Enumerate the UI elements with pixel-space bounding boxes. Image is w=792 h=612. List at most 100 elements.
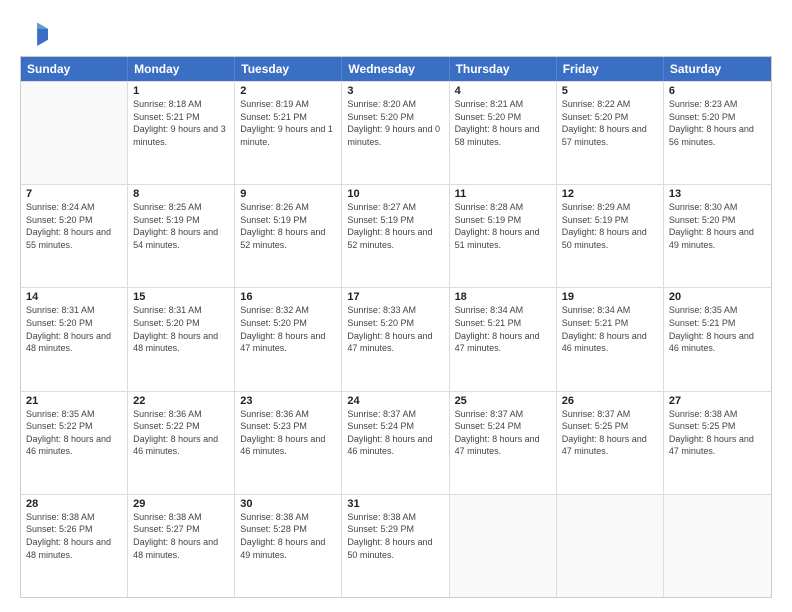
- day-number: 8: [133, 188, 229, 200]
- day-number: 13: [669, 188, 766, 200]
- day-number: 9: [240, 188, 336, 200]
- logo-icon: [20, 18, 48, 46]
- day-number: 22: [133, 395, 229, 407]
- cell-info: Sunrise: 8:32 AM Sunset: 5:20 PM Dayligh…: [240, 304, 336, 354]
- day-number: 1: [133, 85, 229, 97]
- calendar-cell: [664, 495, 771, 597]
- cell-info: Sunrise: 8:37 AM Sunset: 5:25 PM Dayligh…: [562, 408, 658, 458]
- day-number: 14: [26, 291, 122, 303]
- cell-info: Sunrise: 8:31 AM Sunset: 5:20 PM Dayligh…: [133, 304, 229, 354]
- calendar-cell: 30Sunrise: 8:38 AM Sunset: 5:28 PM Dayli…: [235, 495, 342, 597]
- day-number: 6: [669, 85, 766, 97]
- page: SundayMondayTuesdayWednesdayThursdayFrid…: [0, 0, 792, 612]
- day-number: 30: [240, 498, 336, 510]
- day-number: 3: [347, 85, 443, 97]
- header-day-saturday: Saturday: [664, 57, 771, 81]
- header: [20, 18, 772, 46]
- calendar-cell: [21, 82, 128, 184]
- calendar-cell: 3Sunrise: 8:20 AM Sunset: 5:20 PM Daylig…: [342, 82, 449, 184]
- day-number: 15: [133, 291, 229, 303]
- day-number: 10: [347, 188, 443, 200]
- day-number: 25: [455, 395, 551, 407]
- calendar-cell: [450, 495, 557, 597]
- day-number: 5: [562, 85, 658, 97]
- calendar-cell: 15Sunrise: 8:31 AM Sunset: 5:20 PM Dayli…: [128, 288, 235, 390]
- calendar-cell: 11Sunrise: 8:28 AM Sunset: 5:19 PM Dayli…: [450, 185, 557, 287]
- calendar-cell: 14Sunrise: 8:31 AM Sunset: 5:20 PM Dayli…: [21, 288, 128, 390]
- day-number: 4: [455, 85, 551, 97]
- cell-info: Sunrise: 8:26 AM Sunset: 5:19 PM Dayligh…: [240, 201, 336, 251]
- logo: [20, 18, 52, 46]
- calendar-cell: 6Sunrise: 8:23 AM Sunset: 5:20 PM Daylig…: [664, 82, 771, 184]
- cell-info: Sunrise: 8:35 AM Sunset: 5:22 PM Dayligh…: [26, 408, 122, 458]
- calendar-cell: 25Sunrise: 8:37 AM Sunset: 5:24 PM Dayli…: [450, 392, 557, 494]
- cell-info: Sunrise: 8:20 AM Sunset: 5:20 PM Dayligh…: [347, 98, 443, 148]
- calendar-body: 1Sunrise: 8:18 AM Sunset: 5:21 PM Daylig…: [21, 81, 771, 597]
- calendar-cell: 2Sunrise: 8:19 AM Sunset: 5:21 PM Daylig…: [235, 82, 342, 184]
- day-number: 26: [562, 395, 658, 407]
- header-day-sunday: Sunday: [21, 57, 128, 81]
- day-number: 12: [562, 188, 658, 200]
- cell-info: Sunrise: 8:23 AM Sunset: 5:20 PM Dayligh…: [669, 98, 766, 148]
- day-number: 17: [347, 291, 443, 303]
- calendar-cell: 5Sunrise: 8:22 AM Sunset: 5:20 PM Daylig…: [557, 82, 664, 184]
- header-day-monday: Monday: [128, 57, 235, 81]
- calendar-cell: 10Sunrise: 8:27 AM Sunset: 5:19 PM Dayli…: [342, 185, 449, 287]
- header-day-friday: Friday: [557, 57, 664, 81]
- cell-info: Sunrise: 8:31 AM Sunset: 5:20 PM Dayligh…: [26, 304, 122, 354]
- cell-info: Sunrise: 8:34 AM Sunset: 5:21 PM Dayligh…: [562, 304, 658, 354]
- header-day-thursday: Thursday: [450, 57, 557, 81]
- cell-info: Sunrise: 8:22 AM Sunset: 5:20 PM Dayligh…: [562, 98, 658, 148]
- calendar-cell: 23Sunrise: 8:36 AM Sunset: 5:23 PM Dayli…: [235, 392, 342, 494]
- calendar-cell: 7Sunrise: 8:24 AM Sunset: 5:20 PM Daylig…: [21, 185, 128, 287]
- cell-info: Sunrise: 8:37 AM Sunset: 5:24 PM Dayligh…: [347, 408, 443, 458]
- calendar-cell: 22Sunrise: 8:36 AM Sunset: 5:22 PM Dayli…: [128, 392, 235, 494]
- cell-info: Sunrise: 8:38 AM Sunset: 5:25 PM Dayligh…: [669, 408, 766, 458]
- cell-info: Sunrise: 8:38 AM Sunset: 5:29 PM Dayligh…: [347, 511, 443, 561]
- calendar-cell: 20Sunrise: 8:35 AM Sunset: 5:21 PM Dayli…: [664, 288, 771, 390]
- calendar-cell: 16Sunrise: 8:32 AM Sunset: 5:20 PM Dayli…: [235, 288, 342, 390]
- day-number: 19: [562, 291, 658, 303]
- day-number: 28: [26, 498, 122, 510]
- cell-info: Sunrise: 8:25 AM Sunset: 5:19 PM Dayligh…: [133, 201, 229, 251]
- calendar-cell: 9Sunrise: 8:26 AM Sunset: 5:19 PM Daylig…: [235, 185, 342, 287]
- cell-info: Sunrise: 8:24 AM Sunset: 5:20 PM Dayligh…: [26, 201, 122, 251]
- cell-info: Sunrise: 8:21 AM Sunset: 5:20 PM Dayligh…: [455, 98, 551, 148]
- day-number: 2: [240, 85, 336, 97]
- cell-info: Sunrise: 8:29 AM Sunset: 5:19 PM Dayligh…: [562, 201, 658, 251]
- calendar-cell: 29Sunrise: 8:38 AM Sunset: 5:27 PM Dayli…: [128, 495, 235, 597]
- calendar-row-0: 1Sunrise: 8:18 AM Sunset: 5:21 PM Daylig…: [21, 81, 771, 184]
- day-number: 29: [133, 498, 229, 510]
- cell-info: Sunrise: 8:38 AM Sunset: 5:27 PM Dayligh…: [133, 511, 229, 561]
- header-day-tuesday: Tuesday: [235, 57, 342, 81]
- cell-info: Sunrise: 8:38 AM Sunset: 5:26 PM Dayligh…: [26, 511, 122, 561]
- calendar-row-1: 7Sunrise: 8:24 AM Sunset: 5:20 PM Daylig…: [21, 184, 771, 287]
- calendar-row-2: 14Sunrise: 8:31 AM Sunset: 5:20 PM Dayli…: [21, 287, 771, 390]
- calendar-cell: 13Sunrise: 8:30 AM Sunset: 5:20 PM Dayli…: [664, 185, 771, 287]
- cell-info: Sunrise: 8:30 AM Sunset: 5:20 PM Dayligh…: [669, 201, 766, 251]
- day-number: 23: [240, 395, 336, 407]
- cell-info: Sunrise: 8:28 AM Sunset: 5:19 PM Dayligh…: [455, 201, 551, 251]
- calendar-cell: 12Sunrise: 8:29 AM Sunset: 5:19 PM Dayli…: [557, 185, 664, 287]
- calendar: SundayMondayTuesdayWednesdayThursdayFrid…: [20, 56, 772, 598]
- calendar-header: SundayMondayTuesdayWednesdayThursdayFrid…: [21, 57, 771, 81]
- calendar-cell: 4Sunrise: 8:21 AM Sunset: 5:20 PM Daylig…: [450, 82, 557, 184]
- header-day-wednesday: Wednesday: [342, 57, 449, 81]
- day-number: 31: [347, 498, 443, 510]
- cell-info: Sunrise: 8:35 AM Sunset: 5:21 PM Dayligh…: [669, 304, 766, 354]
- calendar-cell: 19Sunrise: 8:34 AM Sunset: 5:21 PM Dayli…: [557, 288, 664, 390]
- day-number: 21: [26, 395, 122, 407]
- calendar-cell: 31Sunrise: 8:38 AM Sunset: 5:29 PM Dayli…: [342, 495, 449, 597]
- day-number: 7: [26, 188, 122, 200]
- calendar-cell: 17Sunrise: 8:33 AM Sunset: 5:20 PM Dayli…: [342, 288, 449, 390]
- day-number: 27: [669, 395, 766, 407]
- day-number: 16: [240, 291, 336, 303]
- calendar-cell: [557, 495, 664, 597]
- calendar-cell: 21Sunrise: 8:35 AM Sunset: 5:22 PM Dayli…: [21, 392, 128, 494]
- cell-info: Sunrise: 8:33 AM Sunset: 5:20 PM Dayligh…: [347, 304, 443, 354]
- cell-info: Sunrise: 8:19 AM Sunset: 5:21 PM Dayligh…: [240, 98, 336, 148]
- calendar-row-3: 21Sunrise: 8:35 AM Sunset: 5:22 PM Dayli…: [21, 391, 771, 494]
- day-number: 20: [669, 291, 766, 303]
- day-number: 18: [455, 291, 551, 303]
- cell-info: Sunrise: 8:27 AM Sunset: 5:19 PM Dayligh…: [347, 201, 443, 251]
